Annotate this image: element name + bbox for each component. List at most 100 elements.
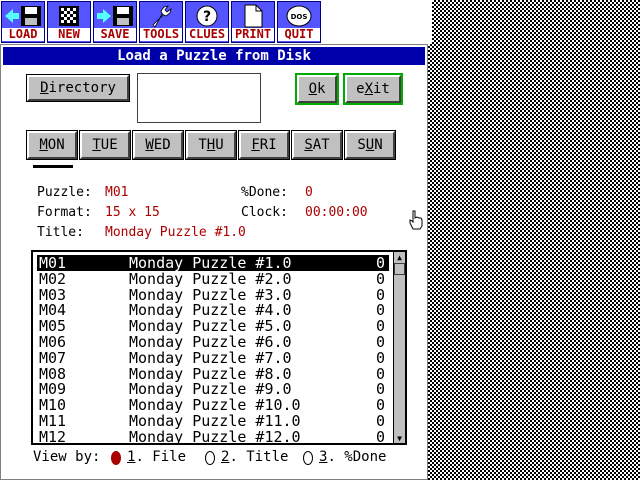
puzzle-list-item[interactable]: M12 Monday Puzzle #12.0 0 <box>37 429 389 445</box>
puzzle-done: 0 <box>375 412 385 430</box>
load-button[interactable]: LOAD <box>1 1 45 43</box>
puzzle-label: Puzzle: <box>37 185 92 200</box>
puzzle-title: Monday Puzzle #9.0 <box>129 380 292 399</box>
tab-saturday[interactable]: SAT <box>291 130 343 160</box>
puzzle-id: M06 <box>39 333 67 351</box>
tab-monday[interactable]: MON <box>26 130 78 160</box>
directory-button[interactable]: Directory <box>26 74 130 102</box>
active-tab-indicator <box>33 165 73 168</box>
puzzle-list-item[interactable]: M04 Monday Puzzle #4.0 0 <box>37 302 389 318</box>
hand-cursor-icon <box>409 210 423 230</box>
view-by-done-radio[interactable] <box>303 451 313 465</box>
directory-textbox[interactable] <box>137 73 261 123</box>
puzzle-title: Monday Puzzle #3.0 <box>129 285 292 304</box>
scroll-thumb[interactable] <box>394 263 405 275</box>
tools-button[interactable]: TOOLS <box>139 1 183 43</box>
clues-label: CLUES <box>186 28 228 41</box>
puzzle-id: M08 <box>39 364 67 383</box>
puzzle-id: M05 <box>39 317 67 336</box>
puzzle-list-item[interactable]: M10 Monday Puzzle #10.0 0 <box>37 397 389 413</box>
floppy-save-icon <box>97 6 133 26</box>
view-by-done-label[interactable]: 3. %Done <box>319 449 386 465</box>
quit-label: QUIT <box>278 28 320 41</box>
puzzle-done: 0 <box>375 317 385 336</box>
puzzle-done: 0 <box>375 285 385 304</box>
puzzle-title: Monday Puzzle #1.0 <box>129 254 292 272</box>
load-label: LOAD <box>2 28 44 41</box>
question-icon: ? <box>196 5 218 27</box>
puzzle-list-item[interactable]: M07 Monday Puzzle #7.0 0 <box>37 350 389 366</box>
quit-button[interactable]: DOS QUIT <box>277 1 321 43</box>
toolbar: LOAD NEW SAVE TOOLS ? CLUES PRINT DOS QU… <box>0 0 432 44</box>
format-value: 15 x 15 <box>105 205 160 220</box>
puzzle-id: M02 <box>39 269 67 288</box>
tools-label: TOOLS <box>140 28 182 41</box>
ok-button[interactable]: Ok <box>295 73 339 105</box>
view-by-label: View by: <box>33 449 101 465</box>
exit-button[interactable]: eXit <box>343 73 403 105</box>
puzzle-id: M12 <box>39 427 67 446</box>
puzzle-done: 0 <box>375 269 385 288</box>
puzzle-title: Monday Puzzle #7.0 <box>129 348 292 367</box>
puzzle-done: 0 <box>375 333 385 351</box>
puzzle-done: 0 <box>375 427 385 446</box>
clock-label: Clock: <box>241 205 288 220</box>
puzzle-id: M03 <box>39 285 67 304</box>
puzzle-list[interactable]: M01 Monday Puzzle #1.0 0 M02 Monday Puzzle #… <box>31 250 407 445</box>
scroll-up-icon[interactable]: ▲ <box>394 252 405 262</box>
title-label: Title: <box>37 225 84 240</box>
puzzle-done: 0 <box>375 348 385 367</box>
save-button[interactable]: SAVE <box>93 1 137 43</box>
tab-wednesday[interactable]: WED <box>132 130 184 160</box>
puzzle-id: M11 <box>39 412 67 430</box>
wrench-icon <box>152 5 172 28</box>
tab-sunday[interactable]: SUN <box>344 130 396 160</box>
puzzle-list-item[interactable]: M06 Monday Puzzle #6.0 0 <box>37 334 389 350</box>
puzzle-title: Monday Puzzle #10.0 <box>129 396 301 415</box>
tab-friday[interactable]: FRI <box>238 130 290 160</box>
puzzle-title: Monday Puzzle #8.0 <box>129 364 292 383</box>
puzzle-id: M07 <box>39 348 67 367</box>
print-label: PRINT <box>232 28 274 41</box>
new-button[interactable]: NEW <box>47 1 91 43</box>
puzzle-done: 0 <box>375 396 385 415</box>
puzzle-id: M10 <box>39 396 67 415</box>
puzzle-title: Monday Puzzle #6.0 <box>129 333 292 351</box>
tab-tuesday[interactable]: TUE <box>79 130 131 160</box>
puzzle-title: Monday Puzzle #5.0 <box>129 317 292 336</box>
puzzle-done: 0 <box>375 301 385 320</box>
view-by-file-radio[interactable] <box>111 451 121 465</box>
done-label: %Done: <box>241 185 288 200</box>
puzzle-list-item[interactable]: M02 Monday Puzzle #2.0 0 <box>37 271 389 287</box>
puzzle-list-item[interactable]: M03 Monday Puzzle #3.0 0 <box>37 287 389 303</box>
title-value: Monday Puzzle #1.0 <box>105 225 246 240</box>
dialog-title: Load a Puzzle from Disk <box>3 47 425 65</box>
puzzle-done: 0 <box>375 380 385 399</box>
puzzle-id: M01 <box>39 254 67 272</box>
puzzle-list-item[interactable]: M08 Monday Puzzle #8.0 0 <box>37 366 389 382</box>
puzzle-title: Monday Puzzle #12.0 <box>129 427 301 446</box>
puzzle-list-item[interactable]: M05 Monday Puzzle #5.0 0 <box>37 318 389 334</box>
dos-text: DOS <box>291 13 308 21</box>
puzzle-done: 0 <box>375 254 385 272</box>
clock-value: 00:00:00 <box>305 205 368 220</box>
list-scrollbar[interactable]: ▲ ▼ <box>393 252 405 443</box>
view-by-file-label[interactable]: 1. File <box>127 449 186 465</box>
print-button[interactable]: PRINT <box>231 1 275 43</box>
puzzle-value: M01 <box>105 185 129 200</box>
puzzle-id: M04 <box>39 301 67 320</box>
floppy-load-icon <box>5 6 41 26</box>
puzzle-list-item[interactable]: M01 Monday Puzzle #1.0 0 <box>37 255 389 271</box>
dos-icon: DOS <box>286 5 312 27</box>
puzzle-list-item[interactable]: M11 Monday Puzzle #11.0 0 <box>37 413 389 429</box>
grid-icon <box>59 6 79 26</box>
puzzle-title: Monday Puzzle #2.0 <box>129 269 292 288</box>
clues-button[interactable]: ? CLUES <box>185 1 229 43</box>
scroll-down-icon[interactable]: ▼ <box>394 433 405 443</box>
svg-text:?: ? <box>203 9 211 25</box>
view-by-title-label[interactable]: 2. Title <box>221 449 288 465</box>
puzzle-list-item[interactable]: M09 Monday Puzzle #9.0 0 <box>37 381 389 397</box>
tab-thursday[interactable]: THU <box>185 130 237 160</box>
view-by-title-radio[interactable] <box>205 451 215 465</box>
page-icon <box>244 4 263 28</box>
